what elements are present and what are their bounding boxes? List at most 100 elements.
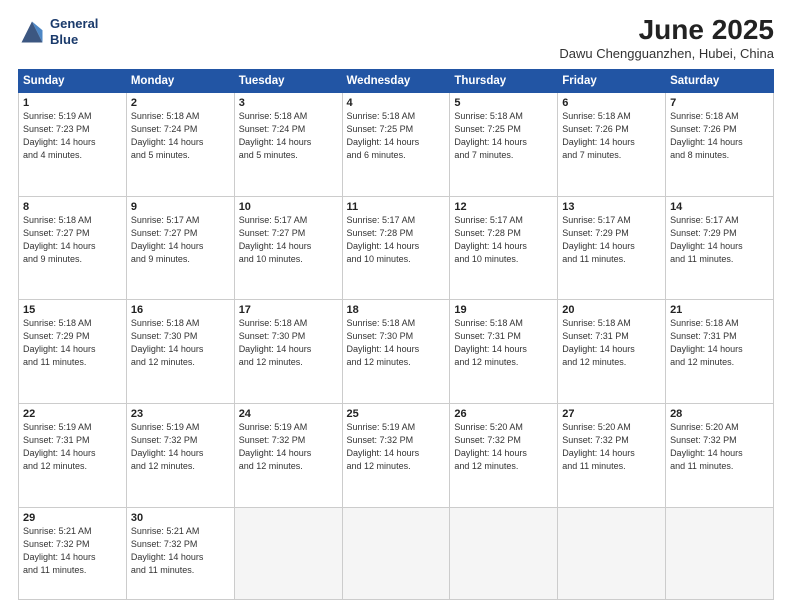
day-info: Sunrise: 5:19 AMSunset: 7:32 PMDaylight:… (239, 421, 338, 473)
day-info: Sunrise: 5:20 AMSunset: 7:32 PMDaylight:… (670, 421, 769, 473)
day-number: 19 (454, 304, 553, 316)
calendar-week-row: 15Sunrise: 5:18 AMSunset: 7:29 PMDayligh… (19, 300, 774, 404)
logo-text: General Blue (50, 16, 98, 47)
calendar-cell: 29Sunrise: 5:21 AMSunset: 7:32 PMDayligh… (19, 507, 127, 600)
day-info: Sunrise: 5:17 AMSunset: 7:28 PMDaylight:… (454, 214, 553, 266)
day-number: 7 (670, 97, 769, 109)
day-number: 16 (131, 304, 230, 316)
day-info: Sunrise: 5:18 AMSunset: 7:25 PMDaylight:… (454, 110, 553, 162)
day-number: 1 (23, 97, 122, 109)
calendar-cell: 9Sunrise: 5:17 AMSunset: 7:27 PMDaylight… (126, 196, 234, 300)
calendar-week-row: 1Sunrise: 5:19 AMSunset: 7:23 PMDaylight… (19, 93, 774, 197)
day-number: 12 (454, 201, 553, 213)
calendar-cell: 23Sunrise: 5:19 AMSunset: 7:32 PMDayligh… (126, 403, 234, 507)
calendar-table: SundayMondayTuesdayWednesdayThursdayFrid… (18, 69, 774, 600)
calendar-header-friday: Friday (558, 70, 666, 93)
day-number: 14 (670, 201, 769, 213)
day-number: 24 (239, 408, 338, 420)
day-info: Sunrise: 5:19 AMSunset: 7:32 PMDaylight:… (131, 421, 230, 473)
day-number: 4 (347, 97, 446, 109)
day-number: 23 (131, 408, 230, 420)
calendar-cell: 21Sunrise: 5:18 AMSunset: 7:31 PMDayligh… (666, 300, 774, 404)
day-info: Sunrise: 5:18 AMSunset: 7:30 PMDaylight:… (239, 317, 338, 369)
calendar-cell: 17Sunrise: 5:18 AMSunset: 7:30 PMDayligh… (234, 300, 342, 404)
calendar-cell: 5Sunrise: 5:18 AMSunset: 7:25 PMDaylight… (450, 93, 558, 197)
day-number: 22 (23, 408, 122, 420)
day-number: 6 (562, 97, 661, 109)
calendar-cell: 26Sunrise: 5:20 AMSunset: 7:32 PMDayligh… (450, 403, 558, 507)
logo-line2: Blue (50, 32, 98, 48)
calendar-cell: 15Sunrise: 5:18 AMSunset: 7:29 PMDayligh… (19, 300, 127, 404)
calendar-cell: 3Sunrise: 5:18 AMSunset: 7:24 PMDaylight… (234, 93, 342, 197)
day-info: Sunrise: 5:18 AMSunset: 7:26 PMDaylight:… (562, 110, 661, 162)
calendar-cell (558, 507, 666, 600)
day-info: Sunrise: 5:18 AMSunset: 7:30 PMDaylight:… (131, 317, 230, 369)
day-info: Sunrise: 5:20 AMSunset: 7:32 PMDaylight:… (562, 421, 661, 473)
calendar-cell (666, 507, 774, 600)
day-number: 15 (23, 304, 122, 316)
day-info: Sunrise: 5:19 AMSunset: 7:31 PMDaylight:… (23, 421, 122, 473)
day-info: Sunrise: 5:20 AMSunset: 7:32 PMDaylight:… (454, 421, 553, 473)
calendar-header-wednesday: Wednesday (342, 70, 450, 93)
logo-line1: General (50, 16, 98, 32)
calendar-cell: 10Sunrise: 5:17 AMSunset: 7:27 PMDayligh… (234, 196, 342, 300)
day-number: 11 (347, 201, 446, 213)
calendar-cell (342, 507, 450, 600)
day-info: Sunrise: 5:17 AMSunset: 7:28 PMDaylight:… (347, 214, 446, 266)
calendar-cell: 22Sunrise: 5:19 AMSunset: 7:31 PMDayligh… (19, 403, 127, 507)
logo: General Blue (18, 16, 98, 47)
day-number: 9 (131, 201, 230, 213)
day-info: Sunrise: 5:21 AMSunset: 7:32 PMDaylight:… (131, 525, 230, 577)
day-info: Sunrise: 5:19 AMSunset: 7:23 PMDaylight:… (23, 110, 122, 162)
day-number: 18 (347, 304, 446, 316)
logo-icon (18, 18, 46, 46)
day-info: Sunrise: 5:18 AMSunset: 7:27 PMDaylight:… (23, 214, 122, 266)
day-number: 8 (23, 201, 122, 213)
calendar-cell: 11Sunrise: 5:17 AMSunset: 7:28 PMDayligh… (342, 196, 450, 300)
day-info: Sunrise: 5:17 AMSunset: 7:27 PMDaylight:… (131, 214, 230, 266)
calendar-header-saturday: Saturday (666, 70, 774, 93)
calendar-cell: 27Sunrise: 5:20 AMSunset: 7:32 PMDayligh… (558, 403, 666, 507)
calendar-cell: 16Sunrise: 5:18 AMSunset: 7:30 PMDayligh… (126, 300, 234, 404)
header: General Blue June 2025 Dawu Chengguanzhe… (18, 16, 774, 61)
day-number: 29 (23, 512, 122, 524)
day-number: 27 (562, 408, 661, 420)
day-info: Sunrise: 5:18 AMSunset: 7:31 PMDaylight:… (670, 317, 769, 369)
day-number: 20 (562, 304, 661, 316)
day-info: Sunrise: 5:18 AMSunset: 7:30 PMDaylight:… (347, 317, 446, 369)
calendar-cell: 28Sunrise: 5:20 AMSunset: 7:32 PMDayligh… (666, 403, 774, 507)
day-info: Sunrise: 5:18 AMSunset: 7:26 PMDaylight:… (670, 110, 769, 162)
calendar-week-row: 22Sunrise: 5:19 AMSunset: 7:31 PMDayligh… (19, 403, 774, 507)
calendar-week-row: 29Sunrise: 5:21 AMSunset: 7:32 PMDayligh… (19, 507, 774, 600)
day-number: 10 (239, 201, 338, 213)
calendar-cell: 6Sunrise: 5:18 AMSunset: 7:26 PMDaylight… (558, 93, 666, 197)
day-info: Sunrise: 5:17 AMSunset: 7:27 PMDaylight:… (239, 214, 338, 266)
calendar-cell: 24Sunrise: 5:19 AMSunset: 7:32 PMDayligh… (234, 403, 342, 507)
calendar-cell: 4Sunrise: 5:18 AMSunset: 7:25 PMDaylight… (342, 93, 450, 197)
calendar-cell: 12Sunrise: 5:17 AMSunset: 7:28 PMDayligh… (450, 196, 558, 300)
page: General Blue June 2025 Dawu Chengguanzhe… (0, 0, 792, 612)
day-info: Sunrise: 5:18 AMSunset: 7:25 PMDaylight:… (347, 110, 446, 162)
calendar-cell: 25Sunrise: 5:19 AMSunset: 7:32 PMDayligh… (342, 403, 450, 507)
day-number: 28 (670, 408, 769, 420)
calendar-cell: 20Sunrise: 5:18 AMSunset: 7:31 PMDayligh… (558, 300, 666, 404)
day-info: Sunrise: 5:19 AMSunset: 7:32 PMDaylight:… (347, 421, 446, 473)
calendar-header-thursday: Thursday (450, 70, 558, 93)
calendar-header-sunday: Sunday (19, 70, 127, 93)
day-info: Sunrise: 5:18 AMSunset: 7:29 PMDaylight:… (23, 317, 122, 369)
day-info: Sunrise: 5:17 AMSunset: 7:29 PMDaylight:… (670, 214, 769, 266)
day-info: Sunrise: 5:18 AMSunset: 7:31 PMDaylight:… (562, 317, 661, 369)
calendar-cell: 1Sunrise: 5:19 AMSunset: 7:23 PMDaylight… (19, 93, 127, 197)
day-number: 25 (347, 408, 446, 420)
calendar-cell: 13Sunrise: 5:17 AMSunset: 7:29 PMDayligh… (558, 196, 666, 300)
day-number: 13 (562, 201, 661, 213)
calendar-cell: 8Sunrise: 5:18 AMSunset: 7:27 PMDaylight… (19, 196, 127, 300)
month-title: June 2025 (559, 16, 774, 44)
calendar-cell: 2Sunrise: 5:18 AMSunset: 7:24 PMDaylight… (126, 93, 234, 197)
day-info: Sunrise: 5:17 AMSunset: 7:29 PMDaylight:… (562, 214, 661, 266)
calendar-cell: 30Sunrise: 5:21 AMSunset: 7:32 PMDayligh… (126, 507, 234, 600)
day-info: Sunrise: 5:21 AMSunset: 7:32 PMDaylight:… (23, 525, 122, 577)
day-number: 5 (454, 97, 553, 109)
calendar-cell (234, 507, 342, 600)
day-number: 3 (239, 97, 338, 109)
